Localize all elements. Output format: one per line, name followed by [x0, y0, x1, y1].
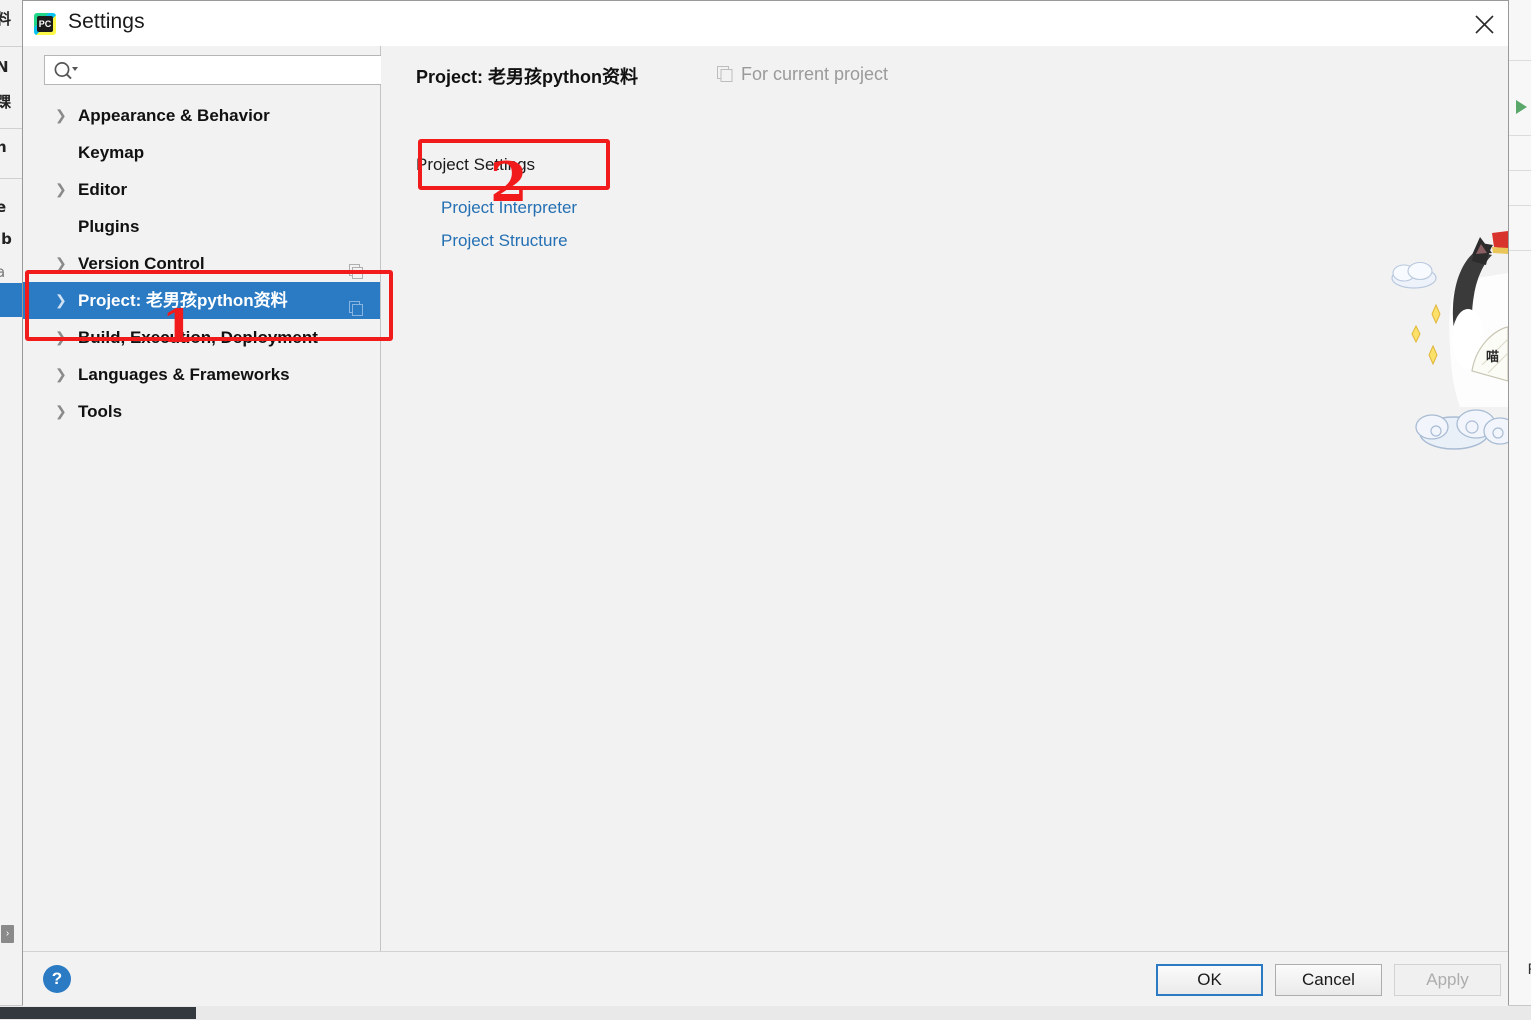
chevron-right-icon: ❯ — [55, 181, 67, 197]
search-icon[interactable] — [53, 61, 79, 85]
ide-clip-text-3: h — [0, 140, 22, 155]
ok-button[interactable]: OK — [1156, 964, 1263, 996]
dialog-titlebar: PC Settings — [23, 1, 1508, 47]
ide-clip-text-4: e — [0, 200, 22, 215]
sidebar-item-label: Plugins — [78, 217, 140, 236]
sidebar-item-editor[interactable]: ❯ Editor — [23, 171, 380, 208]
sidebar-item-label: Project: 老男孩python资料 — [78, 291, 288, 310]
ide-clip-selection-band — [0, 283, 22, 317]
dialog-title: Settings — [68, 10, 145, 33]
ide-clip-text-2: 踝 — [0, 95, 22, 110]
sidebar-item-plugins[interactable]: Plugins — [23, 208, 380, 245]
pycharm-logo-icon: PC — [34, 13, 56, 35]
screen: 料 N 踝 h e ib a › P PC — [0, 0, 1531, 1020]
chevron-right-icon: ❯ — [55, 403, 67, 419]
settings-content-panel: Project: 老男孩python资料 For current project… — [381, 46, 1517, 951]
close-icon[interactable] — [1461, 1, 1508, 46]
chevron-right-icon: ❯ — [55, 366, 67, 382]
ide-clip-text-6: a — [0, 265, 22, 280]
sidebar-item-appearance-behavior[interactable]: ❯ Appearance & Behavior — [23, 97, 380, 134]
ide-clip-text-5: ib — [0, 230, 12, 248]
dialog-footer: ? OK Cancel Apply — [23, 951, 1508, 1006]
sidebar-item-label: Tools — [78, 402, 123, 421]
for-current-project-label: For current project — [717, 64, 888, 87]
ide-left-expander-button[interactable]: › — [1, 925, 14, 943]
ide-horizontal-scrollbar[interactable] — [0, 1005, 1531, 1020]
link-project-interpreter[interactable]: Project Interpreter — [441, 198, 577, 218]
ide-clip-text-1: N — [0, 60, 22, 75]
sidebar-item-label: Appearance & Behavior — [78, 106, 270, 125]
sidebar-item-label: Editor — [78, 180, 128, 199]
sidebar-item-label: Build, Execution, Deployment — [78, 328, 318, 347]
sidebar-item-languages-frameworks[interactable]: ❯ Languages & Frameworks — [23, 356, 380, 393]
project-settings-label: Project Settings — [416, 155, 536, 174]
sidebar-item-build-execution-deployment[interactable]: ❯ Build, Execution, Deployment — [23, 319, 380, 356]
chevron-right-icon: ❯ — [55, 107, 67, 123]
ide-right-clip-text-0: P — [1528, 962, 1531, 978]
cancel-button[interactable]: Cancel — [1275, 964, 1382, 996]
for-current-project-text: For current project — [741, 64, 889, 84]
sidebar-item-label: Version Control — [78, 254, 205, 273]
ide-clip-text-0: 料 — [0, 12, 22, 27]
link-project-structure[interactable]: Project Structure — [441, 231, 568, 251]
search-field-wrapper[interactable] — [44, 55, 392, 85]
settings-dialog: PC Settings ❯ Appearance & Behavior Keym… — [22, 0, 1517, 1006]
settings-sidebar: ❯ Appearance & Behavior Keymap ❯ Editor … — [23, 46, 392, 951]
chevron-right-icon: ❯ — [55, 292, 67, 308]
ide-left-edge-strip: 料 N 踝 h e ib a › — [0, 0, 23, 1005]
chevron-right-icon: ❯ — [55, 255, 67, 271]
svg-text:喵: 喵 — [1486, 350, 1499, 365]
chevron-right-icon: ❯ — [55, 329, 67, 345]
sidebar-item-project[interactable]: ❯ Project: 老男孩python资料 — [23, 282, 380, 319]
settings-nav-list: ❯ Appearance & Behavior Keymap ❯ Editor … — [23, 97, 380, 430]
ide-scrollbar-thumb[interactable] — [0, 1007, 196, 1019]
sidebar-item-tools[interactable]: ❯ Tools — [23, 393, 380, 430]
sidebar-item-label: Keymap — [78, 143, 145, 162]
ide-right-edge-strip: P — [1508, 0, 1531, 1005]
page-title: Project: 老男孩python资料 — [416, 67, 639, 87]
cat-mascot-sticker: 喵 — [1380, 221, 1517, 461]
dialog-body: ❯ Appearance & Behavior Keymap ❯ Editor … — [23, 46, 1517, 951]
sidebar-item-label: Languages & Frameworks — [78, 365, 290, 384]
apply-button: Apply — [1394, 964, 1501, 996]
sidebar-item-version-control[interactable]: ❯ Version Control — [23, 245, 380, 282]
run-triangle-icon[interactable] — [1516, 100, 1527, 114]
sidebar-item-keymap[interactable]: Keymap — [23, 134, 380, 171]
copy-scope-icon — [717, 66, 733, 87]
help-button[interactable]: ? — [43, 965, 71, 993]
search-input[interactable] — [84, 59, 383, 83]
